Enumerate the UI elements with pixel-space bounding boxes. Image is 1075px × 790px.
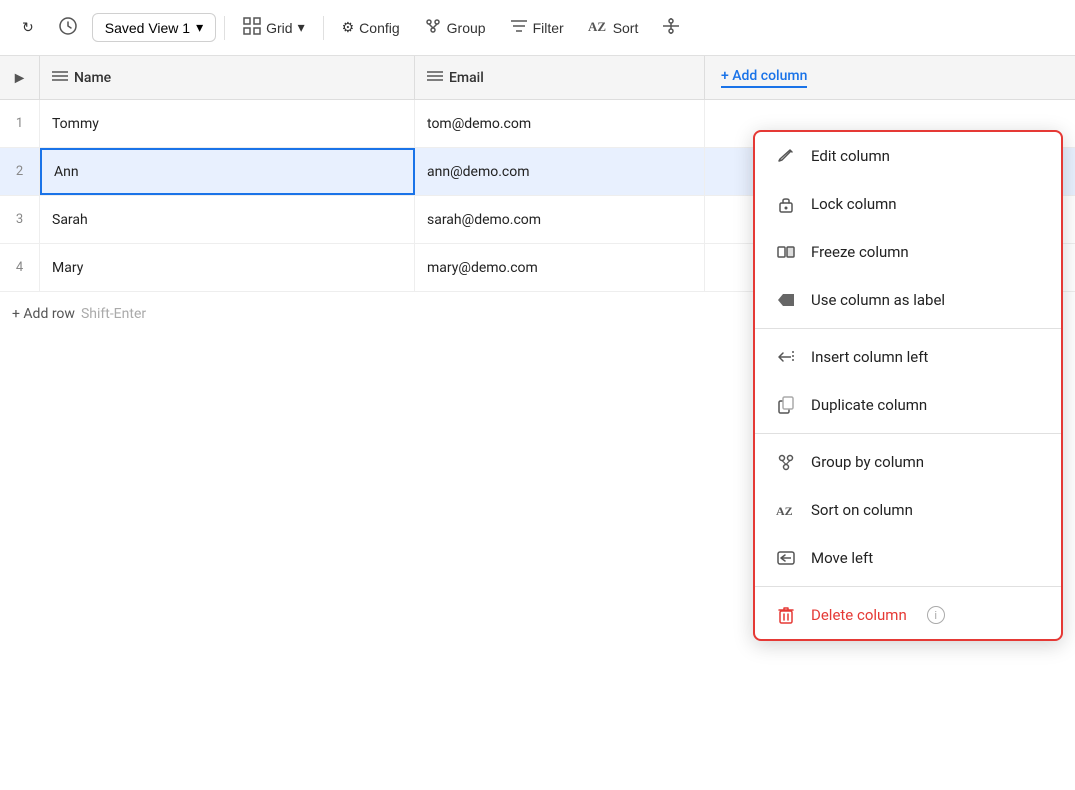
row-num-3: 3 — [0, 196, 40, 243]
group-by-label: Group by column — [811, 453, 924, 471]
add-column-label: + Add column — [721, 68, 807, 88]
row-num-2: 2 — [0, 148, 40, 195]
toolbar: ↻ Saved View 1 ▾ Grid ▾ ⚙ Config — [0, 0, 1075, 56]
move-left-icon — [775, 547, 797, 569]
col-email-label: Email — [449, 70, 484, 86]
saved-view-label: Saved View 1 — [105, 20, 190, 36]
col-name-header[interactable]: Name — [40, 56, 415, 99]
grid-button[interactable]: Grid ▾ — [233, 11, 314, 44]
filter-label: Filter — [533, 20, 564, 36]
use-label-icon — [775, 289, 797, 311]
col-name-icon — [52, 70, 68, 86]
menu-divider-1 — [755, 328, 1061, 329]
menu-item-insert-left[interactable]: Insert column left — [755, 333, 1061, 381]
row-email-4: mary@demo.com — [415, 244, 705, 291]
config-label: Config — [359, 20, 399, 36]
menu-item-duplicate[interactable]: Duplicate column — [755, 381, 1061, 429]
row-name-3[interactable]: Sarah — [40, 196, 415, 243]
group-button[interactable]: Group — [414, 11, 496, 44]
edit-column-label: Edit column — [811, 147, 890, 165]
delete-column-icon — [775, 604, 797, 626]
sort-label: Sort — [613, 20, 639, 36]
sort-icon: AZ — [588, 18, 608, 37]
row-email-3: sarah@demo.com — [415, 196, 705, 243]
row-email-2: ann@demo.com — [415, 148, 705, 195]
adjust-icon — [662, 17, 680, 38]
svg-text:AZ: AZ — [588, 19, 606, 34]
col-email-icon — [427, 70, 443, 86]
menu-item-delete-column[interactable]: Delete column i — [755, 591, 1061, 639]
menu-divider-2 — [755, 433, 1061, 434]
refresh-icon: ↻ — [22, 19, 34, 36]
menu-item-move-left[interactable]: Move left — [755, 534, 1061, 582]
delete-column-label: Delete column — [811, 606, 907, 624]
row-name-1[interactable]: Tommy — [40, 100, 415, 147]
sort-on-column-icon: AZ — [775, 499, 797, 521]
config-button[interactable]: ⚙ Config — [332, 13, 410, 42]
group-label: Group — [447, 20, 486, 36]
filter-icon — [510, 19, 528, 36]
lock-column-icon — [775, 193, 797, 215]
grid-icon — [243, 17, 261, 38]
grid-dropdown-icon: ▾ — [298, 19, 305, 36]
insert-left-icon — [775, 346, 797, 368]
adjust-button[interactable] — [652, 11, 690, 44]
col-arrow-header: ► — [0, 56, 40, 99]
lock-column-label: Lock column — [811, 195, 897, 213]
freeze-column-icon — [775, 241, 797, 263]
group-by-icon — [775, 451, 797, 473]
col-email-header[interactable]: Email — [415, 56, 705, 99]
menu-item-use-label[interactable]: Use column as label — [755, 276, 1061, 324]
add-row-shortcut: Shift-Enter — [81, 306, 146, 322]
add-column-button[interactable]: + Add column — [705, 56, 1075, 99]
menu-item-group-by[interactable]: Group by column — [755, 438, 1061, 486]
use-label-label: Use column as label — [811, 291, 945, 309]
filter-button[interactable]: Filter — [500, 13, 574, 42]
row-num-4: 4 — [0, 244, 40, 291]
row-num-1: 1 — [0, 100, 40, 147]
col-name-label: Name — [74, 70, 111, 86]
delete-info-icon[interactable]: i — [927, 606, 945, 624]
menu-divider-3 — [755, 586, 1061, 587]
menu-item-freeze-column[interactable]: Freeze column — [755, 228, 1061, 276]
insert-left-label: Insert column left — [811, 348, 928, 366]
toolbar-separator-1 — [224, 16, 225, 40]
svg-text:AZ: AZ — [776, 504, 793, 518]
dropdown-icon: ▾ — [196, 19, 203, 36]
menu-item-edit-column[interactable]: Edit column — [755, 132, 1061, 180]
context-menu: Edit column Lock column Freeze column — [753, 130, 1063, 641]
duplicate-label: Duplicate column — [811, 396, 927, 414]
refresh-button[interactable]: ↻ — [12, 13, 44, 42]
edit-column-icon — [775, 145, 797, 167]
menu-item-sort-on-column[interactable]: AZ Sort on column — [755, 486, 1061, 534]
duplicate-icon — [775, 394, 797, 416]
row-name-4[interactable]: Mary — [40, 244, 415, 291]
grid-label: Grid — [266, 20, 292, 36]
grid-container: ► Name Email + Add col — [0, 56, 1075, 790]
toolbar-separator-2 — [323, 16, 324, 40]
row-name-2[interactable]: Ann — [40, 148, 415, 195]
sort-button[interactable]: AZ Sort — [578, 12, 649, 43]
freeze-column-label: Freeze column — [811, 243, 909, 261]
row-email-1: tom@demo.com — [415, 100, 705, 147]
group-icon — [424, 17, 442, 38]
arrow-icon: ► — [12, 68, 28, 88]
menu-item-lock-column[interactable]: Lock column — [755, 180, 1061, 228]
add-row-label: + Add row — [12, 306, 75, 322]
move-left-label: Move left — [811, 549, 873, 567]
config-icon: ⚙ — [342, 19, 355, 36]
saved-view-button[interactable]: Saved View 1 ▾ — [92, 13, 216, 42]
sort-on-column-label: Sort on column — [811, 501, 913, 519]
history-icon — [58, 16, 78, 39]
history-button[interactable] — [48, 10, 88, 45]
grid-header: ► Name Email + Add col — [0, 56, 1075, 100]
